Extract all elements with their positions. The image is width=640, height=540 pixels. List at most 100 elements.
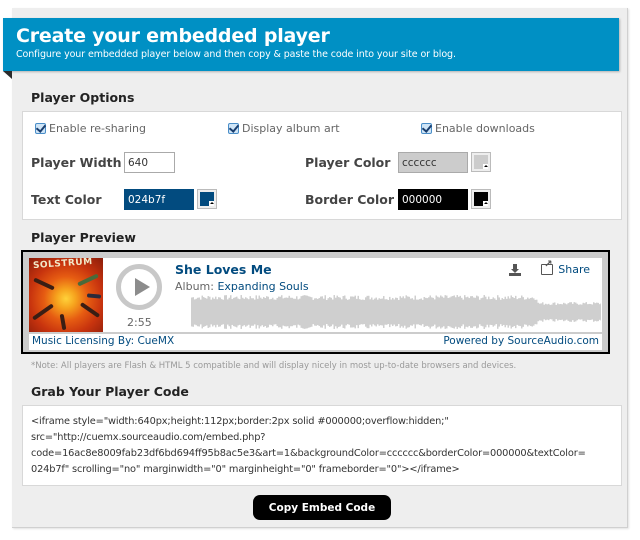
waveform-bar — [524, 299, 526, 325]
waveform-bar — [326, 299, 328, 325]
waveform-bar — [267, 296, 269, 328]
waveform-bar — [294, 298, 296, 326]
waveform-bar — [554, 302, 556, 322]
display-album-art-checkbox[interactable]: Display album art — [228, 122, 340, 135]
waveform-bar — [546, 304, 548, 320]
waveform-bar — [449, 297, 451, 327]
waveform-bar — [587, 304, 589, 320]
waveform-bar — [446, 295, 448, 329]
border-color-picker[interactable] — [471, 189, 491, 209]
waveform-bar — [422, 299, 424, 325]
copy-embed-code-button[interactable]: Copy Embed Code — [253, 495, 391, 520]
waveform-bar — [228, 297, 230, 327]
waveform-bar — [596, 302, 598, 322]
waveform-bar — [407, 296, 409, 328]
waveform-bar — [204, 297, 206, 327]
waveform-bar — [555, 304, 557, 320]
waveform-bar — [564, 303, 566, 321]
border-color-label: Border Color — [305, 192, 395, 207]
share-link[interactable]: Share — [558, 263, 590, 276]
waveform-bar — [215, 296, 217, 328]
waveform-bar — [384, 299, 386, 325]
waveform-bar — [501, 298, 503, 326]
waveform-bar — [206, 298, 208, 326]
waveform-bar — [288, 295, 290, 329]
waveform-bar — [489, 299, 491, 325]
waveform-bar — [548, 303, 550, 321]
waveform-bar — [227, 299, 229, 325]
waveform-bar — [269, 299, 271, 325]
player-width-input[interactable] — [124, 152, 175, 173]
play-button[interactable] — [116, 264, 162, 310]
border-color-input[interactable] — [398, 189, 468, 210]
licensing-link[interactable]: Music Licensing By: CueMX — [32, 335, 174, 349]
waveform-bar — [452, 296, 454, 328]
waveform-bar — [332, 299, 334, 325]
waveform-bar — [408, 296, 410, 328]
code-line: <iframe style="width:640px;height:112px;… — [31, 416, 449, 427]
waveform-bar — [558, 304, 560, 320]
waveform-bar — [557, 303, 559, 321]
text-color-picker[interactable] — [197, 189, 217, 209]
waveform-bar — [279, 296, 281, 328]
text-color-input[interactable] — [124, 189, 194, 210]
share-icon[interactable] — [541, 259, 554, 275]
waveform-bar — [260, 297, 262, 327]
waveform-bar — [464, 295, 466, 329]
waveform-bar — [231, 299, 233, 325]
waveform-bar — [212, 297, 214, 327]
player-color-input[interactable] — [398, 152, 468, 173]
waveform-bar — [536, 299, 538, 325]
download-icon[interactable] — [509, 263, 522, 276]
waveform-bar — [456, 295, 458, 329]
waveform-bar — [420, 298, 422, 326]
waveform-bar — [360, 299, 362, 325]
song-title[interactable]: She Loves Me — [175, 262, 272, 277]
embed-code-textarea[interactable]: <iframe style="width:640px;height:112px;… — [22, 405, 622, 486]
waveform-bar — [342, 296, 344, 328]
player-preview-title: Player Preview — [31, 230, 136, 245]
waveform-bar — [513, 298, 515, 326]
waveform-bar — [527, 297, 529, 327]
waveform-bar — [410, 298, 412, 326]
waveform-bar — [350, 296, 352, 328]
album-art: SOLSTRUM — [29, 258, 103, 332]
player-options-title: Player Options — [31, 90, 135, 105]
waveform-bar — [561, 304, 563, 320]
player-preview: SOLSTRUM 2:55 She Loves Me Album: Expand… — [21, 250, 610, 354]
waveform-bar — [578, 304, 580, 320]
waveform-bar — [450, 296, 452, 328]
waveform-bar — [438, 297, 440, 327]
waveform-bar — [482, 297, 484, 327]
waveform-bar — [423, 296, 425, 328]
waveform-bar — [480, 298, 482, 326]
waveform-bar — [494, 298, 496, 326]
waveform-bar — [432, 297, 434, 327]
waveform-bar — [576, 303, 578, 321]
album-link[interactable]: Expanding Souls — [217, 280, 308, 293]
enable-downloads-checkbox[interactable]: Enable downloads — [421, 122, 535, 135]
waveform-bar — [392, 297, 394, 327]
waveform-bar — [404, 298, 406, 326]
waveform-bar — [428, 297, 430, 327]
enable-resharing-checkbox[interactable]: Enable re-sharing — [35, 122, 146, 135]
powered-by-link[interactable]: Powered by SourceAudio.com — [443, 335, 599, 349]
checkbox-label: Display album art — [242, 122, 340, 135]
waveform[interactable] — [191, 295, 601, 329]
waveform-bar — [323, 298, 325, 326]
waveform-bar — [398, 299, 400, 325]
waveform-bar — [383, 296, 385, 328]
waveform-bar — [225, 295, 227, 329]
waveform-bar — [444, 295, 446, 329]
ribbon-fold — [3, 71, 12, 79]
waveform-bar — [540, 303, 542, 321]
waveform-bar — [498, 297, 500, 327]
waveform-bar — [512, 297, 514, 327]
waveform-bar — [387, 299, 389, 325]
waveform-bar — [573, 302, 575, 322]
waveform-bar — [380, 298, 382, 326]
waveform-bar — [371, 297, 373, 327]
player-color-picker[interactable] — [471, 152, 491, 172]
waveform-bar — [356, 298, 358, 326]
waveform-bar — [459, 295, 461, 329]
